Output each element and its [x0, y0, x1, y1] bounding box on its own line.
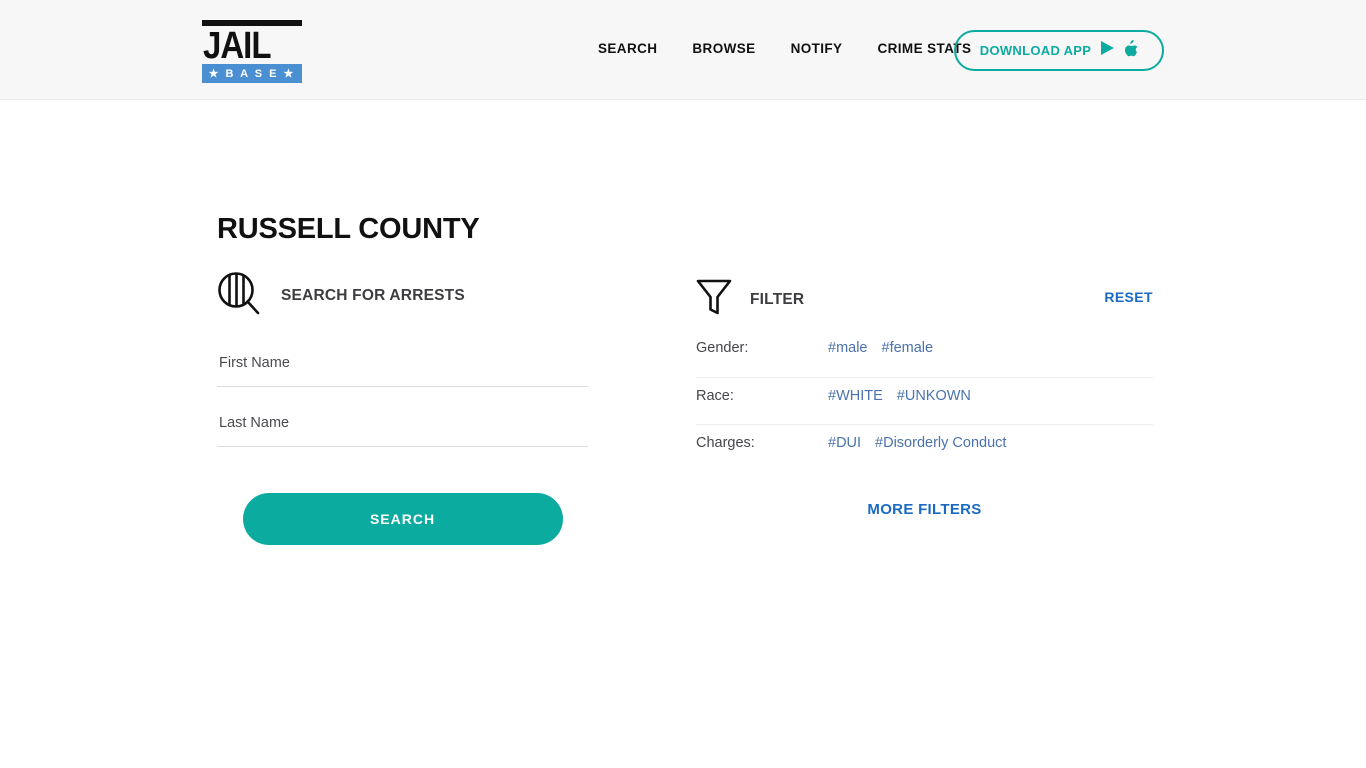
- first-name-input[interactable]: [217, 347, 588, 387]
- filter-tag-unkown[interactable]: #UNKOWN: [897, 388, 971, 404]
- last-name-input[interactable]: [217, 407, 588, 447]
- search-panel: SEARCH FOR ARRESTS SEARCH: [217, 270, 588, 545]
- nav-item-browse[interactable]: BROWSE: [692, 41, 755, 56]
- nav-item-search[interactable]: SEARCH: [598, 41, 657, 56]
- filter-row-race: Race: #WHITE #UNKOWN: [696, 377, 1153, 424]
- site-header: JAIL ★ B A S E ★ SEARCH BROWSE NOTIFY CR…: [0, 0, 1366, 100]
- download-app-button[interactable]: DOWNLOAD APP: [954, 30, 1164, 71]
- search-panel-header: SEARCH FOR ARRESTS: [217, 270, 588, 322]
- filter-tag-white[interactable]: #WHITE: [828, 388, 883, 404]
- search-panel-title: SEARCH FOR ARRESTS: [281, 287, 465, 304]
- filter-tags-race: #WHITE #UNKOWN: [828, 388, 971, 404]
- filter-panel: FILTER RESET Gender: #male #female Race:…: [696, 270, 1153, 518]
- filter-tag-male[interactable]: #male: [828, 340, 868, 356]
- main-nav: SEARCH BROWSE NOTIFY CRIME STATS: [598, 41, 971, 56]
- filter-tag-dui[interactable]: #DUI: [828, 435, 861, 451]
- page-body: RUSSELL COUNTY SEARCH FOR ARRESTS First …: [0, 100, 1366, 768]
- filter-tag-female[interactable]: #female: [882, 340, 934, 356]
- reset-filters-link[interactable]: RESET: [1104, 289, 1153, 305]
- more-filters-link[interactable]: MORE FILTERS: [696, 501, 1153, 518]
- search-submit-button[interactable]: SEARCH: [242, 493, 563, 545]
- filter-tags-gender: #male #female: [828, 340, 933, 356]
- page-title: RUSSELL COUNTY: [217, 213, 480, 246]
- nav-item-notify[interactable]: NOTIFY: [791, 41, 843, 56]
- first-name-field-wrap: [217, 347, 588, 387]
- logo-base-badge: ★ B A S E ★: [202, 64, 302, 83]
- funnel-icon: [696, 278, 732, 323]
- filter-tags-charges: #DUI #Disorderly Conduct: [828, 435, 1006, 451]
- filter-panel-header: FILTER RESET: [696, 270, 1153, 330]
- filter-panel-title: FILTER: [750, 291, 805, 308]
- header-inner: JAIL ★ B A S E ★ SEARCH BROWSE NOTIFY CR…: [0, 0, 1366, 99]
- filter-tag-disorderly-conduct[interactable]: #Disorderly Conduct: [875, 435, 1006, 451]
- apple-icon: [1124, 39, 1139, 62]
- jailbase-logo[interactable]: JAIL ★ B A S E ★: [202, 20, 302, 83]
- jail-bars-magnifier-icon: [217, 271, 261, 322]
- google-play-icon: [1100, 40, 1115, 61]
- filter-row-charges: Charges: #DUI #Disorderly Conduct: [696, 424, 1153, 471]
- last-name-field-wrap: [217, 407, 588, 447]
- filter-label-charges: Charges:: [696, 435, 755, 451]
- download-app-label: DOWNLOAD APP: [979, 43, 1092, 58]
- filter-row-gender: Gender: #male #female: [696, 330, 1153, 377]
- filter-label-gender: Gender:: [696, 340, 749, 356]
- filter-label-race: Race:: [696, 388, 734, 404]
- logo-wordmark: JAIL: [203, 23, 272, 66]
